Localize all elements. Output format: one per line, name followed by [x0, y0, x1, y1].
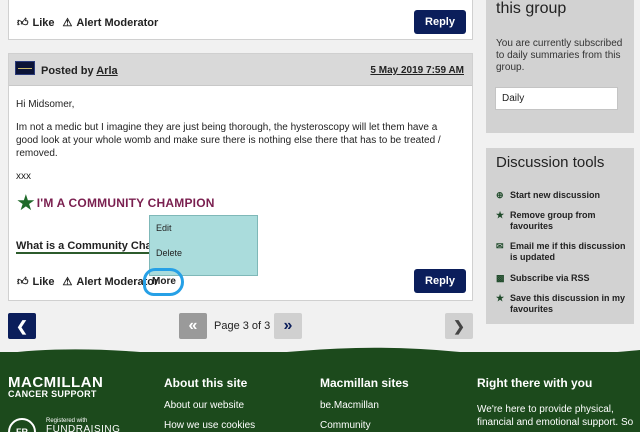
panel-title: Discussion tools	[496, 154, 605, 171]
footer-sites-title: Macmillan sites	[320, 376, 409, 390]
fundraising-regulator-badge: FR	[8, 418, 36, 432]
highlight-circle	[143, 268, 184, 296]
rss-link[interactable]: ▩ Subscribe via RSS	[496, 273, 628, 284]
footer-support-text: We're here to provide physical, financia…	[477, 404, 634, 428]
group-subscription-panel: this group You are currently subscribed …	[486, 0, 634, 133]
star-icon: ★	[496, 210, 505, 220]
envelope-icon: ✉	[496, 241, 504, 251]
frequency-select[interactable]: Daily	[495, 87, 618, 110]
community-champion-badge: ★ I'M A COMMUNITY CHAMPION	[16, 190, 215, 215]
like-button[interactable]: 👍︎ Like	[17, 16, 55, 30]
site-footer: MACMILLAN CANCER SUPPORT FR Registered w…	[0, 347, 640, 432]
reply-button[interactable]: Reply	[414, 269, 466, 293]
alert-moderator-button[interactable]: ⚠︎ Alert Moderator	[62, 16, 159, 30]
thumbs-up-icon: 👍︎	[17, 17, 29, 29]
author-link[interactable]: Arla	[96, 65, 117, 77]
subscription-text: You are currently subscribed to daily su…	[496, 38, 623, 73]
rss-icon: ▩	[496, 273, 505, 283]
chevron-left-icon: ❮	[16, 317, 28, 334]
warning-icon: ⚠︎	[62, 17, 73, 29]
post-greeting: Hi Midsomer,	[16, 99, 75, 110]
menu-item-delete[interactable]: Delete	[156, 248, 182, 258]
discussion-tools-panel: Discussion tools ⊕ Start new discussion ★…	[486, 148, 634, 324]
post-body: Hi Midsomer, Im not a medic but I imagin…	[16, 98, 456, 193]
fundraising-name: FUNDRAISING	[46, 424, 121, 432]
footer-link-be-macmillan[interactable]: be.Macmillan	[320, 400, 379, 411]
reply-button[interactable]: Reply	[414, 10, 466, 34]
email-updates-link[interactable]: ✉ Email me if this discussion is updated	[496, 241, 628, 263]
first-page-button[interactable]: «	[179, 313, 207, 339]
last-page-button[interactable]: »	[274, 313, 302, 339]
start-discussion-link[interactable]: ⊕ Start new discussion	[496, 190, 628, 201]
footer-link-about-website[interactable]: About our website	[164, 400, 244, 411]
footer-wave	[0, 347, 640, 358]
post-signoff: xxx	[16, 171, 31, 182]
post-date[interactable]: 5 May 2019 7:59 AM	[370, 65, 464, 76]
post-text: Im not a medic but I imagine they are ju…	[16, 122, 441, 159]
chevron-right-icon: ❯	[453, 317, 465, 334]
footer-about-title: About this site	[164, 376, 248, 390]
post-header: Posted by Arla 5 May 2019 7:59 AM	[9, 54, 472, 86]
avatar[interactable]	[15, 61, 35, 75]
posted-by: Posted by Arla	[41, 65, 118, 77]
thumbs-up-icon: 👍︎	[17, 276, 29, 288]
plus-circle-icon: ⊕	[496, 190, 504, 200]
save-favourite-link[interactable]: ★ Save this discussion in my favourites	[496, 293, 628, 315]
like-button[interactable]: 👍︎ Like	[17, 275, 55, 289]
previous-discussion-button[interactable]: ❮	[8, 313, 36, 339]
previous-post-card: 👍︎ Like ⚠︎ Alert Moderator Reply	[8, 0, 473, 40]
double-chevron-left-icon: «	[188, 317, 198, 334]
page-indicator: Page 3 of 3	[214, 320, 271, 332]
page: 👍︎ Like ⚠︎ Alert Moderator Reply Posted by…	[0, 0, 640, 432]
footer-support-title: Right there with you	[477, 376, 593, 390]
remove-favourite-link[interactable]: ★ Remove group from favourites	[496, 210, 628, 232]
star-icon: ★	[16, 190, 36, 215]
star-icon: ★	[496, 293, 505, 303]
footer-link-community[interactable]: Community	[320, 420, 371, 431]
previous-post-actions: 👍︎ Like ⚠︎ Alert Moderator	[17, 16, 166, 30]
warning-icon: ⚠︎	[62, 276, 73, 288]
menu-item-edit[interactable]: Edit	[156, 223, 172, 233]
footer-link-cookies[interactable]: How we use cookies	[164, 420, 255, 431]
more-menu: Edit Delete	[149, 215, 258, 276]
community-champion-link[interactable]: What is a Community Champion?	[16, 240, 156, 254]
macmillan-logo-subtitle: CANCER SUPPORT	[8, 389, 97, 399]
next-discussion-button[interactable]: ❯	[445, 313, 473, 339]
panel-title: this group	[496, 0, 567, 17]
double-chevron-right-icon: »	[283, 317, 293, 334]
